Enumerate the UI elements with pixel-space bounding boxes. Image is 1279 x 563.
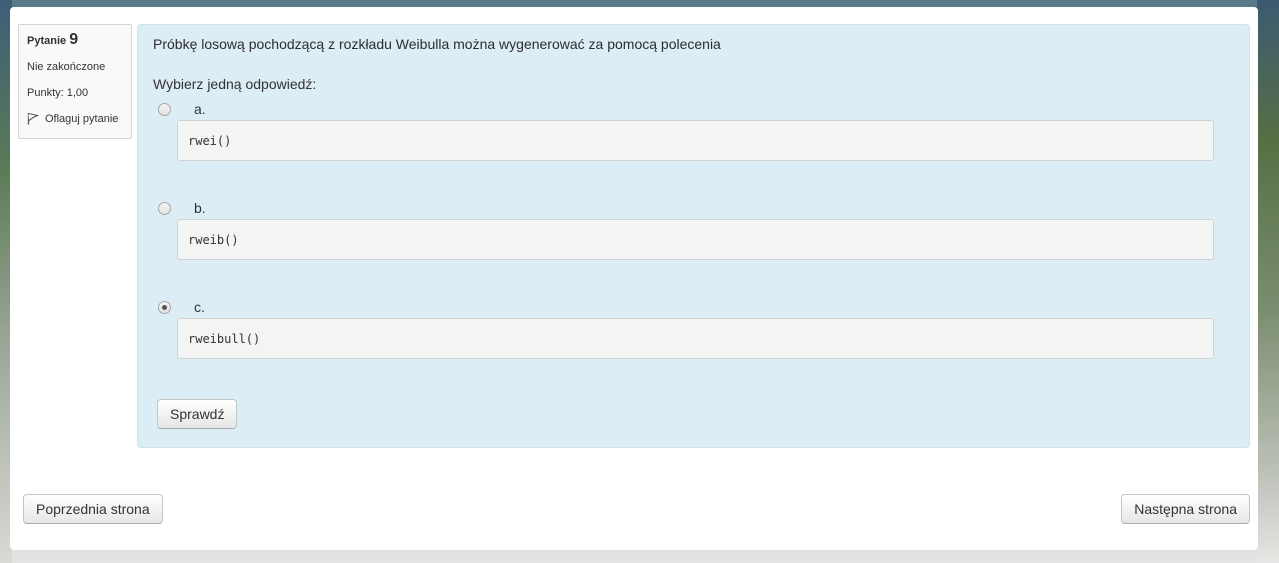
answer-b-letter: b. [194, 200, 206, 216]
next-page-button[interactable]: Następna strona [1121, 494, 1250, 524]
flag-icon [27, 112, 39, 125]
answer-c-code[interactable]: rweibull() [177, 318, 1214, 359]
question-content: Próbkę losową pochodzącą z rozkładu Weib… [137, 24, 1250, 448]
question-info-panel: Pytanie 9 Nie zakończone Punkty: 1,00 Of… [18, 24, 132, 139]
check-button[interactable]: Sprawdź [157, 399, 238, 429]
question-number-label: Pytanie [27, 35, 67, 47]
previous-page-button[interactable]: Poprzednia strona [23, 494, 163, 524]
question-status: Nie zakończone [27, 61, 106, 73]
answer-c-radio[interactable] [158, 301, 171, 314]
question-number: Pytanie 9 [27, 31, 123, 48]
answer-b-radio[interactable] [158, 202, 171, 215]
answer-a-radio[interactable] [158, 103, 171, 116]
answer-a-code[interactable]: rwei() [177, 120, 1214, 161]
question-number-value: 9 [69, 31, 79, 48]
flag-question-link[interactable]: Oflaguj pytanie [27, 112, 123, 125]
question-points: Punkty: 1,00 [27, 87, 89, 99]
answer-a-letter: a. [194, 101, 206, 117]
flag-question-label: Oflaguj pytanie [45, 112, 119, 125]
answer-prompt: Wybierz jedną odpowiedź: [153, 76, 317, 92]
answer-b-code[interactable]: rweib() [177, 219, 1214, 260]
answer-c-letter: c. [194, 299, 205, 315]
background-photo-right [1257, 0, 1279, 563]
question-text: Próbkę losową pochodzącą z rozkładu Weib… [153, 36, 721, 52]
quiz-page: Pytanie 9 Nie zakończone Punkty: 1,00 Of… [10, 7, 1258, 550]
